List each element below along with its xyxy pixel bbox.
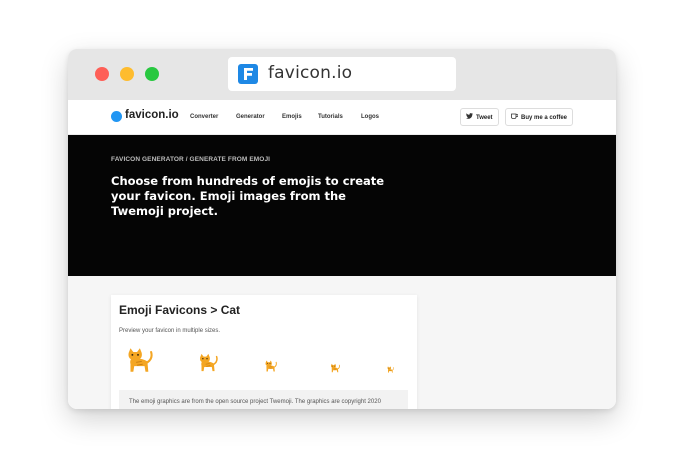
hero-section: FAVICON GENERATOR / GENERATE FROM EMOJI … [68,135,616,276]
browser-titlebar: favicon.io [68,49,616,100]
address-bar[interactable]: favicon.io [228,57,456,91]
coffee-cup-icon [511,113,519,121]
favicon-f-icon [238,64,258,84]
nav-emojis[interactable]: Emojis [282,114,302,120]
close-window-button[interactable] [95,67,109,81]
site-header: favicon.io Converter Generator Emojis Tu… [68,100,616,135]
cat-emoji-icon [387,366,394,373]
coffee-label: Buy me a coffee [521,115,568,121]
twemoji-note-text: The emoji graphics are from the open sou… [129,399,381,405]
tweet-label: Tweet [476,115,493,121]
brand-logo-link[interactable]: favicon.io [125,109,179,121]
breadcrumb: FAVICON GENERATOR / GENERATE FROM EMOJI [111,156,271,163]
blue-dot-icon [111,111,122,122]
emoji-card: Emoji Favicons > Cat Preview your favico… [111,295,417,409]
minimize-window-button[interactable] [120,67,134,81]
cat-emoji-icon [127,347,153,373]
tweet-button[interactable]: Tweet [460,108,499,126]
cat-emoji-icon [330,363,340,373]
maximize-window-button[interactable] [145,67,159,81]
nav-tutorials[interactable]: Tutorials [318,114,343,120]
nav-generator[interactable]: Generator [236,114,265,120]
cat-emoji-icon [199,353,218,372]
hero-title: Choose from hundreds of emojis to create… [111,174,385,218]
twitter-bird-icon [466,113,473,121]
nav-logos[interactable]: Logos [361,114,379,120]
card-title: Emoji Favicons > Cat [119,303,241,317]
main-content: Emoji Favicons > Cat Preview your favico… [68,276,616,409]
cat-emoji-icon [265,360,277,372]
twemoji-note: The emoji graphics are from the open sou… [119,390,408,409]
nav-converter[interactable]: Converter [190,114,218,120]
buy-coffee-button[interactable]: Buy me a coffee [505,108,574,126]
address-text: favicon.io [268,63,353,83]
card-description: Preview your favicon in multiple sizes. [119,328,221,334]
browser-window: favicon.io favicon.io Converter Generato… [68,49,616,409]
